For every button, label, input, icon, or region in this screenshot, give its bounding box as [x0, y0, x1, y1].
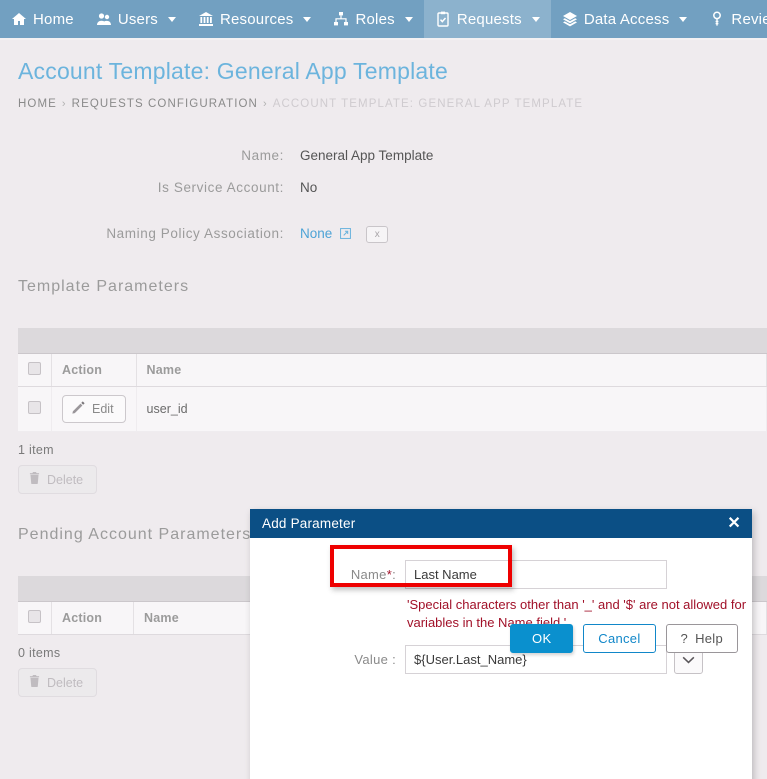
breadcrumb-separator: ›	[263, 98, 268, 110]
key-icon	[709, 11, 725, 27]
naming-policy-link[interactable]: None	[300, 226, 332, 241]
breadcrumb-item-current: ACCOUNT TEMPLATE: GENERAL APP TEMPLATE	[273, 98, 583, 110]
is-service-account-label: Is Service Account:	[18, 180, 300, 195]
select-all-header	[18, 602, 52, 635]
page-title: Account Template: General App Template	[18, 58, 749, 85]
edit-button[interactable]: Edit	[62, 395, 126, 423]
chevron-down-icon[interactable]	[532, 17, 540, 22]
template-parameters-table: Action Name Edit	[18, 354, 767, 432]
chevron-down-icon[interactable]	[168, 17, 176, 22]
trash-icon	[29, 472, 40, 487]
field-row-naming-policy: Naming Policy Association: None x	[18, 225, 749, 244]
row-select-cell	[18, 387, 52, 432]
name-value: General App Template	[300, 148, 433, 163]
name-input[interactable]	[405, 560, 667, 589]
dialog-header: Add Parameter ✕	[250, 509, 752, 538]
naming-policy-label: Naming Policy Association:	[18, 226, 300, 241]
nav-item-home[interactable]: Home	[0, 0, 85, 38]
help-button[interactable]: ? Help	[666, 624, 738, 653]
nav-divider	[0, 38, 767, 40]
template-parameters-count: 1 item	[18, 443, 749, 457]
column-header-name[interactable]: Name	[136, 354, 766, 387]
clipboard-check-icon	[435, 11, 451, 27]
row-action-cell: Edit	[52, 387, 137, 432]
name-field-label: Name*:	[250, 567, 405, 582]
nav-item-resources[interactable]: Resources	[187, 0, 323, 38]
users-icon	[96, 11, 112, 27]
field-row-is-service-account: Is Service Account: No	[18, 180, 749, 195]
ok-button[interactable]: OK	[510, 624, 573, 653]
trash-icon	[29, 675, 40, 690]
nav-item-label: Users	[118, 11, 158, 28]
question-mark-icon: ?	[681, 631, 689, 646]
nav-item-reviews[interactable]: Reviews	[698, 0, 767, 38]
nav-item-requests[interactable]: Requests	[424, 0, 551, 38]
layers-icon	[562, 11, 578, 27]
bank-icon	[198, 11, 214, 27]
help-button-label: Help	[695, 631, 723, 646]
row-checkbox[interactable]	[28, 401, 41, 414]
naming-policy-value-group: None x	[300, 225, 388, 244]
nav-item-data-access[interactable]: Data Access	[551, 0, 699, 38]
hierarchy-icon	[333, 11, 349, 27]
chevron-down-icon[interactable]	[303, 17, 311, 22]
nav-item-label: Resources	[220, 11, 294, 28]
name-field-row: Name*:	[250, 560, 752, 589]
nav-item-label: Data Access	[584, 11, 670, 28]
naming-policy-clear-button[interactable]: x	[366, 226, 388, 243]
dialog-title: Add Parameter	[262, 516, 355, 531]
dialog-footer: OK Cancel ? Help	[250, 612, 752, 674]
add-parameter-dialog: Add Parameter ✕ Name*: 'Special characte…	[250, 509, 752, 779]
table-row[interactable]: Edit user_id	[18, 387, 767, 432]
nav-item-label: Requests	[457, 11, 522, 28]
breadcrumb-item-requests-configuration[interactable]: REQUESTS CONFIGURATION	[72, 98, 258, 110]
nav-item-label: Reviews	[731, 11, 767, 28]
name-label: Name:	[18, 148, 300, 163]
breadcrumb-separator: ›	[62, 98, 67, 110]
nav-item-label: Roles	[355, 11, 394, 28]
page-container: Account Template: General App Template H…	[0, 58, 767, 697]
grid-toolbar[interactable]	[18, 328, 767, 354]
main-navigation[interactable]: Home Users Resources Roles Requests Data	[0, 0, 767, 38]
delete-button-label: Delete	[47, 473, 83, 487]
dialog-body: Name*: 'Special characters other than '_…	[250, 538, 752, 674]
chevron-down-icon[interactable]	[405, 17, 413, 22]
close-icon[interactable]: ✕	[727, 516, 741, 532]
table-header-row: Action Name	[18, 354, 767, 387]
name-label-text: Name	[351, 567, 387, 582]
nav-item-roles[interactable]: Roles	[322, 0, 423, 38]
breadcrumb-item-home[interactable]: HOME	[18, 98, 57, 110]
column-header-action[interactable]: Action	[52, 602, 134, 635]
template-parameters-grid: Action Name Edit	[18, 328, 767, 432]
field-row-name: Name: General App Template	[18, 148, 749, 163]
nav-item-label: Home	[33, 11, 74, 28]
template-parameters-delete-button[interactable]: Delete	[18, 465, 97, 494]
select-all-header	[18, 354, 52, 387]
delete-button-label: Delete	[47, 676, 83, 690]
breadcrumb: HOME › REQUESTS CONFIGURATION › ACCOUNT …	[18, 98, 749, 110]
column-header-action[interactable]: Action	[52, 354, 137, 387]
row-name-cell: user_id	[136, 387, 766, 432]
is-service-account-value: No	[300, 180, 317, 195]
nav-item-users[interactable]: Users	[85, 0, 187, 38]
edit-button-label: Edit	[92, 402, 114, 416]
home-icon	[11, 11, 27, 27]
pencil-icon	[72, 401, 85, 417]
chevron-down-icon[interactable]	[679, 17, 687, 22]
external-link-icon[interactable]	[340, 226, 355, 243]
select-all-checkbox[interactable]	[28, 610, 41, 623]
name-label-colon: :	[392, 567, 396, 582]
select-all-checkbox[interactable]	[28, 362, 41, 375]
template-parameters-title: Template Parameters	[18, 278, 749, 296]
cancel-button[interactable]: Cancel	[583, 624, 655, 653]
detail-fields: Name: General App Template Is Service Ac…	[18, 148, 749, 244]
pending-parameters-delete-button[interactable]: Delete	[18, 668, 97, 697]
